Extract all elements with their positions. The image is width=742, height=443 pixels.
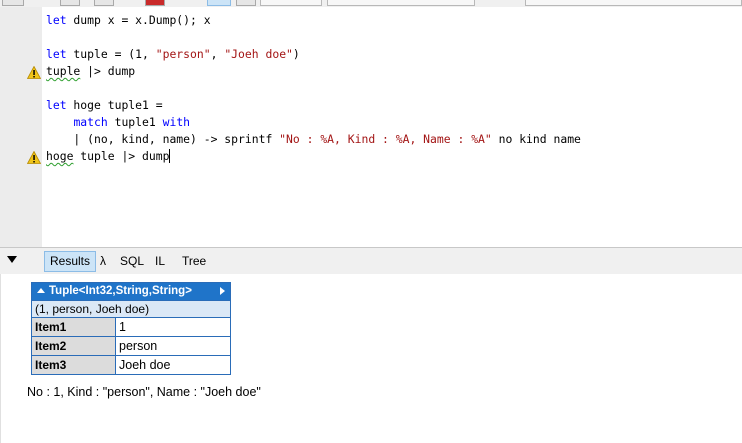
tab-lambda[interactable]: λ	[95, 251, 111, 272]
keyword: match	[73, 115, 108, 129]
code-line: let tuple = (1, "person", "Joeh doe")	[46, 46, 581, 63]
dump-header[interactable]: Tuple<Int32,String,String>	[32, 283, 230, 300]
string-literal: "No : %A, Kind : %A, Name : %A"	[279, 132, 492, 146]
dump-summary: (1, person, Joeh doe)	[32, 300, 230, 317]
text-caret	[169, 149, 171, 163]
code-line: match tuple1 with	[46, 114, 581, 131]
code-line: tuple |> dump	[46, 63, 581, 80]
results-tab-bar: Results λ SQL IL Tree	[0, 250, 742, 274]
code-text-run: tuple = (1,	[66, 47, 156, 61]
code-text-run: dump x = x.Dump(); x	[66, 13, 211, 27]
warning-icon	[27, 151, 41, 164]
code-text-run: no kind name	[491, 132, 581, 146]
results-to-rich-text-button[interactable]	[207, 0, 231, 6]
keyword: let	[46, 13, 67, 27]
warning-squiggle-text: tuple	[46, 64, 81, 78]
code-line: hoge tuple |> dump	[46, 148, 581, 165]
code-text-run: hoge tuple1 =	[66, 98, 163, 112]
string-literal: "Joeh doe"	[224, 47, 293, 61]
table-row: Item2 person	[32, 336, 230, 355]
tab-il[interactable]: IL	[150, 251, 170, 272]
toolbar-button[interactable]	[60, 0, 80, 6]
dump-table: Tuple<Int32,String,String> (1, person, J…	[31, 282, 231, 375]
tab-tree[interactable]: Tree	[177, 251, 211, 272]
code-line: let dump x = x.Dump(); x	[46, 12, 581, 29]
dump-key: Item2	[32, 337, 116, 355]
dump-type-name: Tuple<Int32,String,String>	[49, 285, 192, 297]
results-to-grids-button[interactable]	[236, 0, 256, 6]
editor-gutter	[0, 7, 42, 247]
dump-value: Joeh doe	[116, 356, 230, 374]
collapse-triangle-icon[interactable]	[7, 256, 17, 263]
output-text: No : 1, Kind : "person", Name : "Joeh do…	[27, 385, 261, 399]
code-text-run: )	[292, 47, 300, 61]
collapse-up-icon	[37, 288, 45, 293]
keyword: let	[46, 47, 67, 61]
dump-value: person	[116, 337, 230, 355]
code-text-run: tuple |> dump	[73, 149, 170, 163]
bug-icon[interactable]	[145, 0, 165, 6]
warning-squiggle-text: hoge	[46, 149, 74, 163]
tab-results[interactable]: Results	[44, 251, 97, 272]
toolbar-field[interactable]	[525, 0, 742, 6]
run-button[interactable]	[2, 0, 24, 6]
tab-sql[interactable]: SQL	[115, 251, 149, 272]
code-text-run: |> dump	[80, 64, 136, 78]
warning-icon	[27, 66, 41, 79]
code-editor[interactable]: let dump x = x.Dump(); x let tuple = (1,…	[0, 7, 742, 247]
code-text-run: tuple1	[107, 115, 163, 129]
dump-key: Item3	[32, 356, 116, 374]
code-line: | (no, kind, name) -> sprintf "No : %A, …	[46, 131, 581, 148]
code-text-run: ,	[210, 47, 225, 61]
keyword: with	[162, 115, 191, 129]
keyword: let	[46, 98, 67, 112]
dump-value: 1	[116, 318, 230, 336]
toolbar-button[interactable]	[94, 0, 114, 6]
code-line: let hoge tuple1 =	[46, 97, 581, 114]
toolbar	[0, 0, 742, 7]
expand-right-icon[interactable]	[220, 287, 225, 295]
connection-select[interactable]	[327, 0, 475, 6]
dump-key: Item1	[32, 318, 116, 336]
results-panel: Tuple<Int32,String,String> (1, person, J…	[0, 274, 742, 443]
language-select[interactable]	[260, 0, 322, 6]
string-literal: "person"	[155, 47, 211, 61]
table-row: Item1 1	[32, 317, 230, 336]
table-row: Item3 Joeh doe	[32, 355, 230, 374]
code-text-run: | (no, kind, name) -> sprintf	[46, 132, 280, 146]
code-text[interactable]: let dump x = x.Dump(); x let tuple = (1,…	[46, 12, 581, 165]
